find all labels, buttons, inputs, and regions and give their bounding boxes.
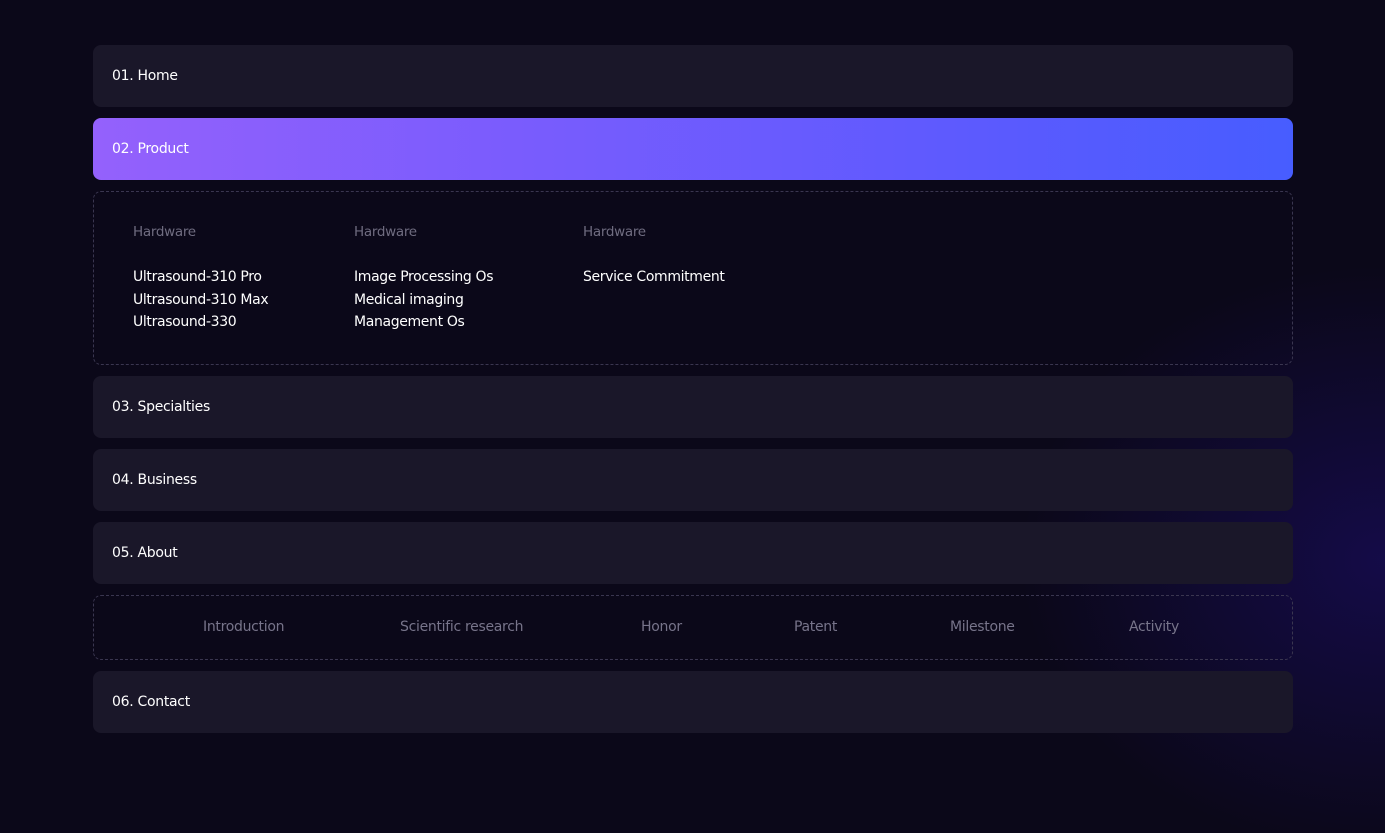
menu-item-label: 03. Specialties [112, 399, 210, 415]
menu-item-about[interactable]: 05. About [93, 522, 1293, 584]
product-link[interactable]: Ultrasound-310 Pro [133, 266, 268, 289]
column-heading: Hardware [583, 224, 646, 240]
product-link[interactable]: Image Processing Os [354, 266, 494, 289]
menu-item-home[interactable]: 01. Home [93, 45, 1293, 107]
menu-item-label: 02. Product [112, 141, 189, 157]
menu-item-label: 01. Home [112, 68, 178, 84]
product-column: Hardware Image Processing Os Medical ima… [354, 224, 494, 334]
main-menu: 01. Home 02. Product Hardware Ultrasound… [93, 45, 1293, 744]
page: 01. Home 02. Product Hardware Ultrasound… [0, 0, 1385, 833]
product-link[interactable]: Management Os [354, 311, 493, 334]
menu-item-product[interactable]: 02. Product [93, 118, 1293, 180]
about-link-milestone[interactable]: Milestone [950, 618, 1015, 636]
product-link[interactable]: Medical imaging [354, 289, 493, 312]
menu-item-business[interactable]: 04. Business [93, 449, 1293, 511]
column-heading: Hardware [133, 224, 196, 240]
product-submenu: Hardware Ultrasound-310 Pro Ultrasound-3… [93, 191, 1293, 365]
about-link-activity[interactable]: Activity [1129, 618, 1179, 636]
menu-item-specialties[interactable]: 03. Specialties [93, 376, 1293, 438]
menu-item-label: 05. About [112, 545, 178, 561]
product-link[interactable]: Ultrasound-310 Max [133, 289, 269, 312]
product-column: Hardware Service Commitment [583, 224, 725, 289]
about-link-honor[interactable]: Honor [641, 618, 682, 636]
product-link[interactable]: Service Commitment [583, 266, 725, 289]
menu-item-label: 04. Business [112, 472, 197, 488]
column-heading: Hardware [354, 224, 417, 240]
product-column: Hardware Ultrasound-310 Pro Ultrasound-3… [133, 224, 269, 334]
menu-item-label: 06. Contact [112, 694, 190, 710]
about-link-patent[interactable]: Patent [794, 618, 837, 636]
about-submenu: Introduction Scientific research Honor P… [93, 595, 1293, 660]
product-link[interactable]: Ultrasound-330 [133, 311, 268, 334]
about-link-scientific-research[interactable]: Scientific research [400, 618, 523, 636]
menu-item-contact[interactable]: 06. Contact [93, 671, 1293, 733]
about-link-introduction[interactable]: Introduction [203, 618, 284, 636]
